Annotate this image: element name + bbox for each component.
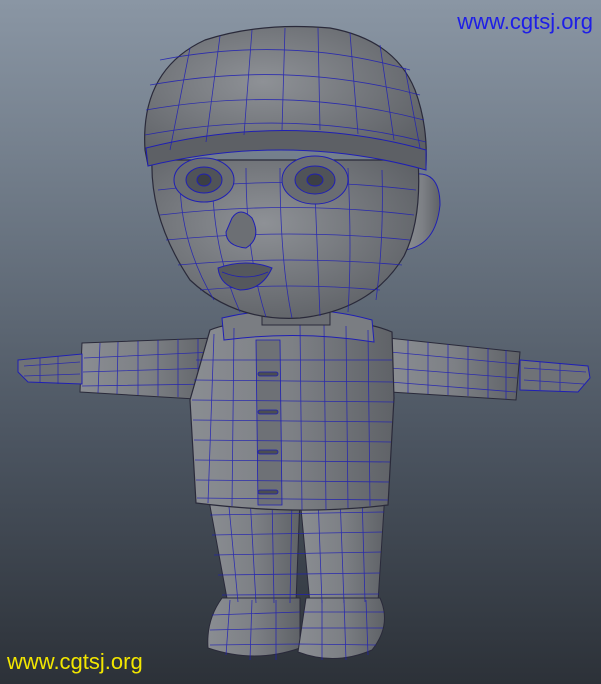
- character-mesh[interactable]: [0, 0, 601, 684]
- jacket: [189, 308, 395, 511]
- jacket-placket: [255, 339, 283, 506]
- head: [144, 25, 441, 326]
- left-shoe: [207, 597, 301, 657]
- left-hand: [17, 353, 83, 385]
- watermark-bottom: www.cgtsj.org: [7, 649, 143, 674]
- legs: [207, 491, 386, 661]
- right-hand: [519, 359, 591, 393]
- left-leg: [207, 494, 301, 605]
- 3d-viewport[interactable]: www.cgtsj.org www.cgtsj.org: [0, 0, 601, 684]
- watermark-top: www.cgtsj.org: [457, 9, 593, 34]
